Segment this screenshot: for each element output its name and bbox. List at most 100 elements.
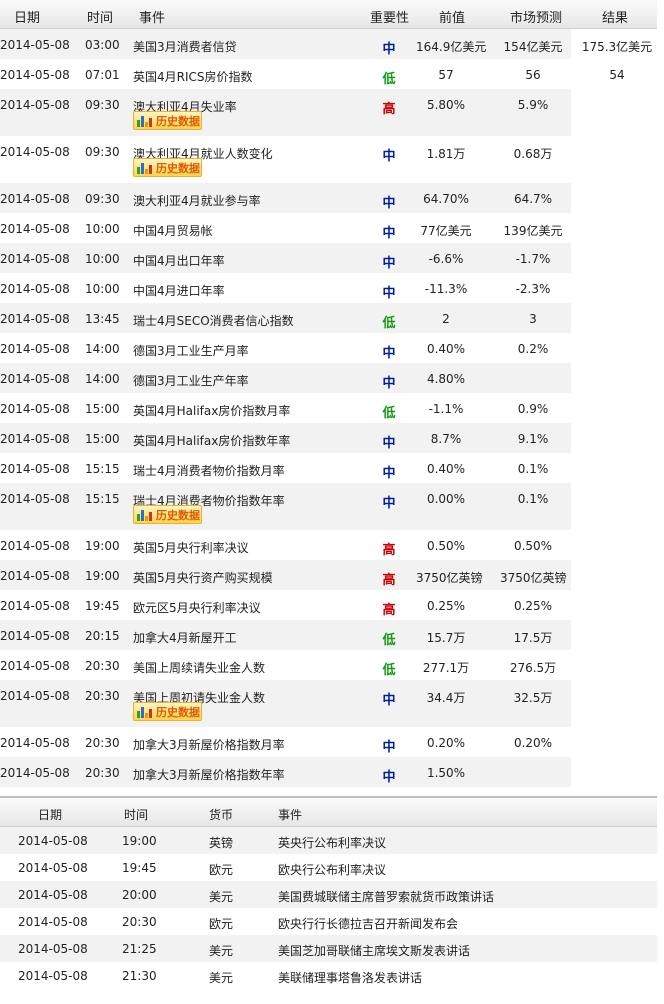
cell-previous: 2 xyxy=(442,312,450,326)
bar-chart-icon-bar xyxy=(137,513,140,521)
event-currency: 美元 xyxy=(209,944,234,958)
cell-forecast: 56 xyxy=(525,68,541,82)
event-currency: 美元 xyxy=(209,971,234,985)
cell-forecast: 0.9% xyxy=(517,402,549,416)
importance-badge: 高 xyxy=(382,102,396,117)
cell-date: 2014-05-08 xyxy=(0,689,70,703)
history-data-label: 历史数据 xyxy=(156,161,200,175)
importance-badge: 中 xyxy=(382,770,396,785)
events-row: 2014-05-08 19:00 英镑 英央行公布利率决议 xyxy=(0,827,657,854)
history-data-label: 历史数据 xyxy=(156,705,200,719)
event-description: 欧央行公布利率决议 xyxy=(278,863,387,877)
event-date: 2014-05-08 xyxy=(18,888,88,902)
calendar-row: 2014-05-08 07:01 英国4月RICS房价指数 低 57 56 54 xyxy=(0,59,657,89)
cell-previous: 5.80% xyxy=(426,98,466,112)
history-data-button[interactable]: 历史数据 xyxy=(133,702,202,721)
bar-chart-icon-bar xyxy=(137,119,140,127)
importance-badge: 中 xyxy=(382,740,396,755)
cell-result: 54 xyxy=(609,68,625,82)
cell-time: 09:30 xyxy=(85,192,120,206)
calendar-row: 2014-05-08 15:15 瑞士4月消费者物价指数月率 中 0.40% 0.1% xyxy=(0,453,657,483)
cell-date: 2014-05-08 xyxy=(0,736,70,750)
importance-badge: 高 xyxy=(382,543,396,558)
events-row: 2014-05-08 20:30 欧元 欧央行行长德拉吉召开新闻发布会 xyxy=(0,908,657,935)
events-row: 2014-05-08 20:00 美元 美国费城联储主席普罗索就货币政策讲话 xyxy=(0,881,657,908)
header-previous: 前值 xyxy=(439,11,466,26)
cell-date: 2014-05-08 xyxy=(0,569,70,583)
cell-previous: 0.50% xyxy=(426,539,466,553)
calendar-header-row: 日期 时间 事件 重要性 前值 市场预测 结果 xyxy=(0,0,657,29)
cell-event: 英国4月Halifax房价指数月率 xyxy=(133,404,291,418)
calendar-row: 2014-05-08 20:30 美国上周初请失业金人数中 34.4万 32.5万 历史数… xyxy=(0,680,657,727)
history-data-button[interactable]: 历史数据 xyxy=(133,505,202,524)
header-result: 结果 xyxy=(602,11,629,26)
event-currency: 英镑 xyxy=(209,836,234,850)
calendar-row: 2014-05-08 09:30 澳大利亚4月就业参与率 中 64.70% 64.7% xyxy=(0,183,657,213)
history-data-button[interactable]: 历史数据 xyxy=(133,111,202,130)
importance-badge: 中 xyxy=(382,693,396,708)
cell-previous: 0.40% xyxy=(426,462,466,476)
event-description: 美国芝加哥联储主席埃文斯发表讲话 xyxy=(278,944,471,958)
cell-date: 2014-05-08 xyxy=(0,629,70,643)
cell-previous: 15.7万 xyxy=(426,631,466,645)
calendar-row: 2014-05-08 15:00 英国4月Halifax房价指数月率 低 -1.1% 0.… xyxy=(0,393,657,423)
calendar-row: 2014-05-08 20:30 加拿大3月新屋价格指数年率 中 1.50% xyxy=(0,757,657,787)
calendar-body: 2014-05-08 03:00 美国3月消费者信贷中 164.9亿美元 154亿美元 1… xyxy=(0,29,657,787)
importance-badge: 低 xyxy=(382,316,396,331)
events-header-time: 时间 xyxy=(124,808,149,822)
calendar-row: 2014-05-08 15:15 瑞士4月消费者物价指数年率中 0.00% 0.1% 历史… xyxy=(0,483,657,530)
event-date: 2014-05-08 xyxy=(18,834,88,848)
cell-date: 2014-05-08 xyxy=(0,342,70,356)
bar-chart-icon-bar xyxy=(141,115,144,127)
header-forecast: 市场预测 xyxy=(510,11,563,26)
cell-event: 美国3月消费者信贷 xyxy=(133,40,237,54)
importance-badge: 中 xyxy=(382,256,396,271)
cell-previous: 3750亿英镑 xyxy=(416,571,483,585)
calendar-row: 2014-05-08 10:00 中国4月进口年率 中 -11.3% -2.3% xyxy=(0,273,657,303)
cell-forecast: 3 xyxy=(529,312,537,326)
event-time: 19:00 xyxy=(122,834,157,848)
importance-badge: 中 xyxy=(382,149,396,164)
importance-badge: 低 xyxy=(382,633,396,648)
cell-event: 英国5月央行资产购买规模 xyxy=(133,571,273,585)
events-row: 2014-05-08 19:45 欧元 欧央行公布利率决议 xyxy=(0,854,657,881)
cell-previous: 57 xyxy=(438,68,454,82)
bar-chart-icon-bar xyxy=(145,121,148,127)
bar-chart-icon-bar xyxy=(149,117,152,127)
cell-event: 德国3月工业生产月率 xyxy=(133,344,249,358)
cell-result: 175.3亿美元 xyxy=(581,40,653,54)
cell-previous: 277.1万 xyxy=(422,661,470,675)
history-data-button[interactable]: 历史数据 xyxy=(133,158,202,177)
calendar-row: 2014-05-08 03:00 美国3月消费者信贷 中 164.9亿美元 154亿美元 1… xyxy=(0,29,657,59)
cell-date: 2014-05-08 xyxy=(0,192,70,206)
importance-badge: 高 xyxy=(382,573,396,588)
cell-date: 2014-05-08 xyxy=(0,252,70,266)
importance-badge: 中 xyxy=(382,466,396,481)
cell-previous: -1.1% xyxy=(428,402,464,416)
cell-event: 中国4月出口年率 xyxy=(133,254,225,268)
cell-time: 15:00 xyxy=(85,432,120,446)
cell-date: 2014-05-08 xyxy=(0,98,70,112)
cell-time: 10:00 xyxy=(85,252,120,266)
events-body: 2014-05-08 19:00 英镑 英央行公布利率决议 2014-05-08 19:4… xyxy=(0,827,657,989)
cell-previous: 0.00% xyxy=(426,492,466,506)
events-header-currency: 货币 xyxy=(209,808,234,822)
event-date: 2014-05-08 xyxy=(18,861,88,875)
cell-date: 2014-05-08 xyxy=(0,38,70,52)
cell-time: 14:00 xyxy=(85,342,120,356)
bar-chart-icon-bar xyxy=(141,509,144,521)
calendar-row: 2014-05-08 19:00 英国5月央行利率决议 高 0.50% 0.50% xyxy=(0,530,657,560)
calendar-row: 2014-05-08 20:30 美国上周续请失业金人数 低 277.1万 276.5万 xyxy=(0,650,657,680)
bar-chart-icon-bar xyxy=(137,710,140,718)
bar-chart-icon xyxy=(137,115,152,127)
calendar-row: 2014-05-08 20:15 加拿大4月新屋开工 低 15.7万 17.5万 xyxy=(0,620,657,650)
header-time: 时间 xyxy=(87,11,114,26)
cell-event: 美国上周续请失业金人数 xyxy=(133,661,266,675)
events-header-date: 日期 xyxy=(38,808,63,822)
cell-event: 英国4月RICS房价指数 xyxy=(133,70,253,84)
calendar-row: 2014-05-08 09:30 澳大利亚4月就业人数变化中 1.81万 0.68万 历史… xyxy=(0,136,657,183)
cell-previous: 0.20% xyxy=(426,736,466,750)
event-description: 英央行公布利率决议 xyxy=(278,836,387,850)
bar-chart-icon xyxy=(137,162,152,174)
bar-chart-icon-bar xyxy=(137,166,140,174)
